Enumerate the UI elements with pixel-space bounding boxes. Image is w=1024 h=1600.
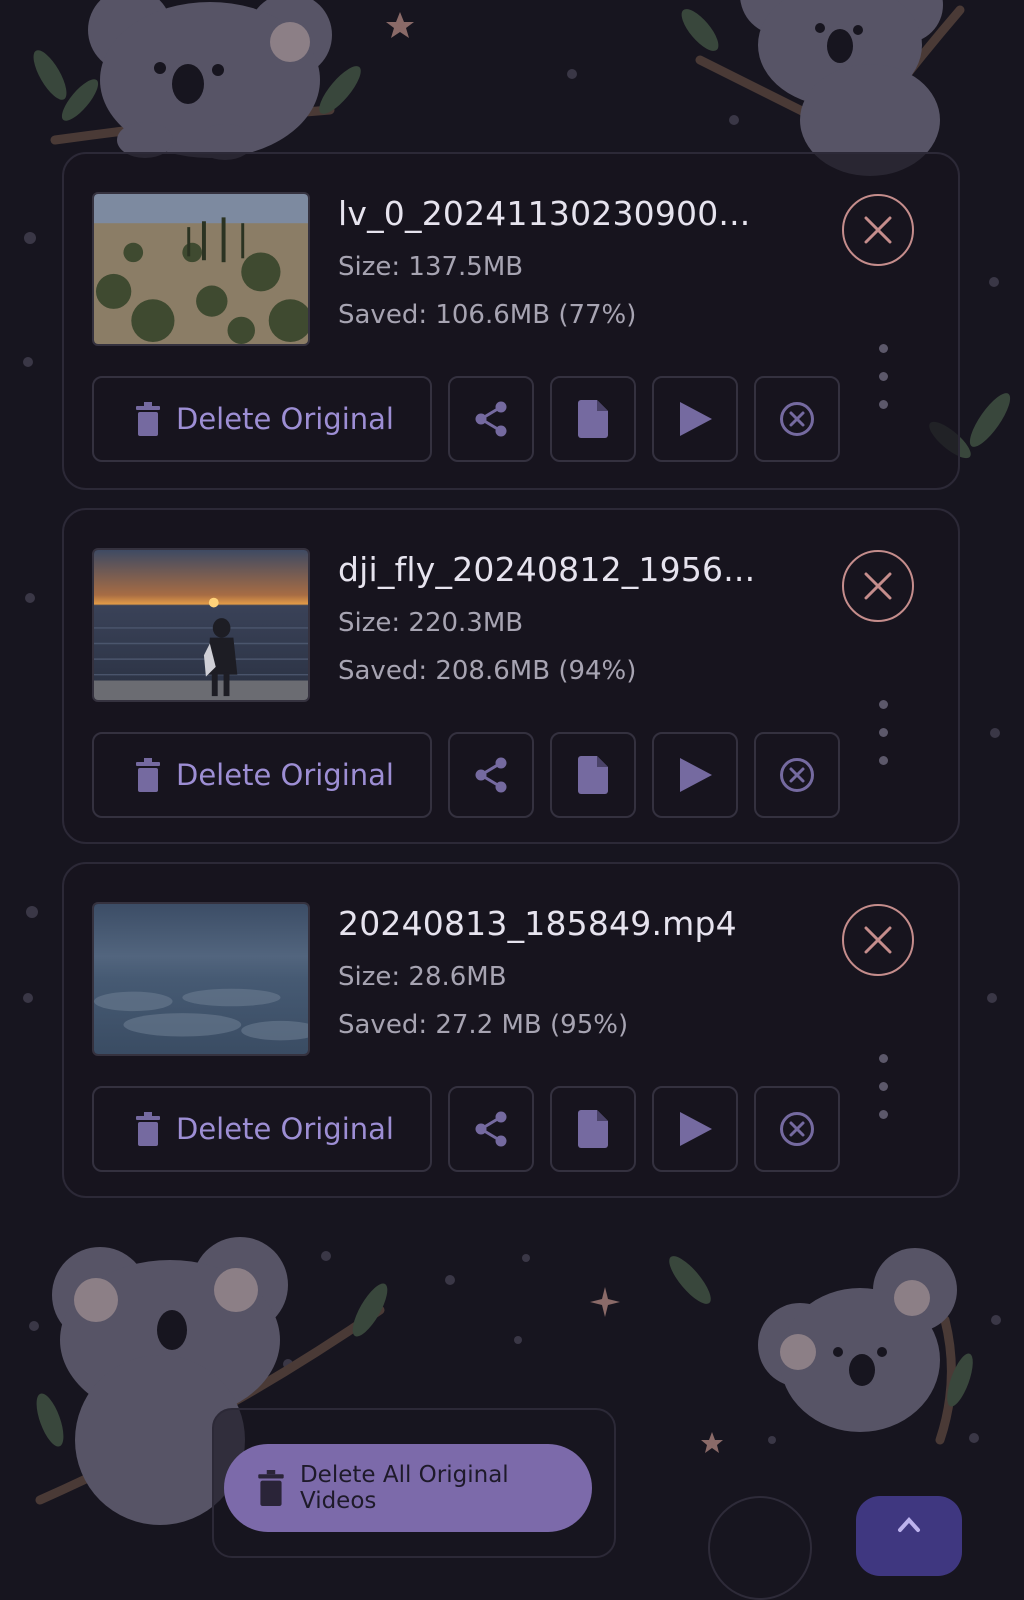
delete-original-label: Delete Original	[176, 758, 394, 792]
delete-original-button[interactable]: Delete Original	[92, 376, 432, 462]
chevron-up-icon	[898, 1517, 920, 1532]
more-dots	[879, 700, 889, 784]
cancel-button[interactable]	[754, 732, 840, 818]
more-dots	[879, 1054, 889, 1138]
share-icon	[475, 1111, 507, 1147]
trash-icon	[136, 402, 160, 436]
remove-button[interactable]	[842, 904, 914, 976]
details-button[interactable]	[550, 376, 636, 462]
video-saved: Saved: 208.6MB (94%)	[338, 656, 637, 686]
video-file-name: 20240813_185849.mp4	[338, 904, 737, 943]
play-button[interactable]	[652, 732, 738, 818]
delete-original-button[interactable]: Delete Original	[92, 732, 432, 818]
play-button[interactable]	[652, 376, 738, 462]
trash-icon	[136, 758, 160, 792]
play-icon	[680, 1112, 712, 1146]
share-button[interactable]	[448, 732, 534, 818]
video-size: Size: 28.6MB	[338, 962, 507, 992]
file-icon	[578, 1110, 608, 1148]
video-size: Size: 137.5MB	[338, 252, 524, 282]
delete-original-label: Delete Original	[176, 402, 394, 436]
more-dots	[879, 344, 889, 428]
file-icon	[578, 756, 608, 794]
share-button[interactable]	[448, 1086, 534, 1172]
trash-icon	[136, 1112, 160, 1146]
play-icon	[680, 402, 712, 436]
video-thumbnail[interactable]	[92, 548, 310, 702]
video-file-name: dji_fly_20240812_1956...	[338, 550, 756, 589]
close-icon	[864, 926, 892, 954]
share-icon	[475, 757, 507, 793]
video-card: dji_fly_20240812_1956... Size: 220.3MB S…	[62, 508, 960, 844]
details-button[interactable]	[550, 732, 636, 818]
secondary-round-button[interactable]	[708, 1496, 812, 1600]
close-icon	[864, 572, 892, 600]
video-file-name: lv_0_20241130230900...	[338, 194, 751, 233]
delete-original-label: Delete Original	[176, 1112, 394, 1146]
cancel-icon	[780, 402, 814, 436]
video-thumbnail[interactable]	[92, 192, 310, 346]
cancel-button[interactable]	[754, 1086, 840, 1172]
delete-original-button[interactable]: Delete Original	[92, 1086, 432, 1172]
file-icon	[578, 400, 608, 438]
details-button[interactable]	[550, 1086, 636, 1172]
close-icon	[864, 216, 892, 244]
video-saved: Saved: 27.2 MB (95%)	[338, 1010, 629, 1040]
video-size: Size: 220.3MB	[338, 608, 524, 638]
play-button[interactable]	[652, 1086, 738, 1172]
scroll-top-fab[interactable]	[856, 1496, 962, 1576]
remove-button[interactable]	[842, 550, 914, 622]
remove-button[interactable]	[842, 194, 914, 266]
video-thumbnail[interactable]	[92, 902, 310, 1056]
cancel-button[interactable]	[754, 376, 840, 462]
trash-icon	[258, 1470, 284, 1506]
cancel-icon	[780, 758, 814, 792]
video-card: 20240813_185849.mp4 Size: 28.6MB Saved: …	[62, 862, 960, 1198]
share-icon	[475, 401, 507, 437]
delete-all-label: Delete All Original Videos	[299, 1462, 509, 1514]
cancel-icon	[780, 1112, 814, 1146]
share-button[interactable]	[448, 376, 534, 462]
video-saved: Saved: 106.6MB (77%)	[338, 300, 637, 330]
video-card: lv_0_20241130230900... Size: 137.5MB Sav…	[62, 152, 960, 490]
play-icon	[680, 758, 712, 792]
delete-all-originals-button[interactable]: Delete All Original Videos	[224, 1444, 592, 1532]
